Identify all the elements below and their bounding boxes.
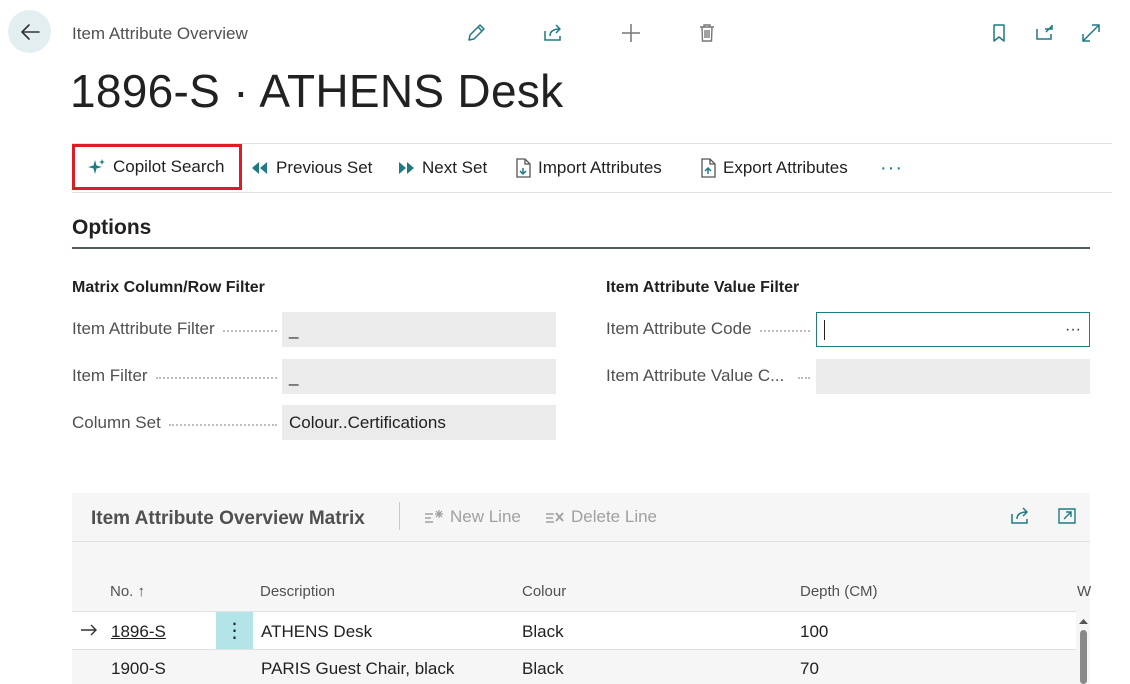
expand-button[interactable] <box>1076 18 1106 48</box>
row-actions-button[interactable]: ⋮ <box>216 612 253 649</box>
new-line-label: New Line <box>450 507 521 526</box>
row-1-description[interactable]: ATHENS Desk <box>261 622 372 642</box>
rewind-icon <box>252 162 267 174</box>
matrix-share-button[interactable] <box>1009 505 1031 532</box>
item-attribute-filter-label: Item Attribute Filter <box>72 319 277 339</box>
matrix-filter-heading: Matrix Column/Row Filter <box>72 279 265 296</box>
text-caret <box>824 319 825 340</box>
item-filter-field[interactable]: _ <box>282 359 556 394</box>
row-1-colour[interactable]: Black <box>522 622 564 642</box>
column-header-description[interactable]: Description <box>260 583 335 600</box>
item-filter-label: Item Filter <box>72 366 277 386</box>
delete-line-icon <box>546 512 564 523</box>
item-attribute-value-label: Item Attribute Value C... <box>606 366 810 386</box>
export-attributes-label: Export Attributes <box>723 158 848 177</box>
copilot-sparkle-icon <box>88 159 105 174</box>
next-set-button[interactable]: Next Set <box>396 144 487 192</box>
matrix-header-divider <box>399 502 400 530</box>
next-set-label: Next Set <box>422 158 488 177</box>
assist-edit-button[interactable]: ··· <box>1065 321 1081 339</box>
value-filter-heading: Item Attribute Value Filter <box>606 279 800 296</box>
item-attribute-filter-field[interactable]: _ <box>282 312 556 347</box>
bookmark-button[interactable] <box>984 18 1014 48</box>
item-attribute-code-label: Item Attribute Code <box>606 319 810 339</box>
column-header-no[interactable]: No. ↑ <box>110 583 145 600</box>
open-in-new-icon <box>1036 25 1053 40</box>
new-button[interactable] <box>616 18 646 48</box>
trash-icon <box>700 24 714 42</box>
matrix-part: Item Attribute Overview Matrix New Line … <box>72 493 1091 684</box>
options-heading[interactable]: Options <box>72 216 151 240</box>
breadcrumb: Item Attribute Overview <box>72 24 248 43</box>
plus-icon <box>622 24 640 42</box>
share-icon <box>544 24 561 41</box>
options-divider <box>72 247 1090 249</box>
action-bar: Copilot Search Previous Set Next Set Imp… <box>72 143 1112 193</box>
export-document-icon <box>701 158 716 178</box>
page-title: 1896-S · ATHENS Desk <box>70 65 564 117</box>
column-set-label: Column Set <box>72 413 277 433</box>
expand-box-icon <box>1058 508 1076 524</box>
import-attributes-button[interactable]: Import Attributes <box>514 144 662 192</box>
row-1-no-link[interactable]: 1896-S <box>111 622 166 642</box>
pencil-icon <box>468 24 485 41</box>
column-header-depth[interactable]: Depth (CM) <box>800 583 878 600</box>
bookmark-icon <box>993 24 1005 42</box>
delete-line-button[interactable]: Delete Line <box>545 507 657 527</box>
item-attribute-code-field[interactable]: ··· <box>816 312 1090 347</box>
row-2-no[interactable]: 1900-S <box>111 659 166 679</box>
edit-button[interactable] <box>461 18 491 48</box>
previous-set-button[interactable]: Previous Set <box>250 144 372 192</box>
item-attribute-filter-label-text: Item Attribute Filter <box>72 319 215 338</box>
previous-set-label: Previous Set <box>276 158 373 177</box>
more-actions-button[interactable]: ··· <box>880 144 903 192</box>
new-line-button[interactable]: New Line <box>424 507 521 527</box>
import-document-icon <box>516 158 531 178</box>
item-attribute-code-label-text: Item Attribute Code <box>606 319 752 338</box>
new-line-icon <box>425 510 443 523</box>
import-attributes-label: Import Attributes <box>538 158 662 177</box>
row-separator <box>72 649 1076 650</box>
arrow-left-icon <box>20 23 40 40</box>
delete-line-label: Delete Line <box>571 507 658 526</box>
row-2-colour[interactable]: Black <box>522 659 564 679</box>
column-header-colour[interactable]: Colour <box>522 583 566 600</box>
item-attribute-value-field[interactable] <box>816 359 1090 394</box>
export-attributes-button[interactable]: Export Attributes <box>699 144 848 192</box>
item-filter-label-text: Item Filter <box>72 366 148 385</box>
share-icon <box>1011 507 1029 524</box>
column-set-label-text: Column Set <box>72 413 161 432</box>
row-2-description[interactable]: PARIS Guest Chair, black <box>261 659 454 679</box>
item-attribute-value-label-text: Item Attribute Value C... <box>606 366 785 385</box>
expand-icon <box>1082 24 1100 42</box>
scroll-up-arrow-icon <box>1079 619 1088 624</box>
copilot-search-button[interactable]: Copilot Search <box>72 144 242 190</box>
back-button[interactable] <box>8 10 51 53</box>
row-2-depth[interactable]: 70 <box>800 659 819 679</box>
fast-forward-icon <box>399 162 414 174</box>
delete-button[interactable] <box>692 18 722 48</box>
open-new-window-button[interactable] <box>1030 18 1060 48</box>
copilot-search-label: Copilot Search <box>113 157 225 176</box>
scrollbar-thumb[interactable] <box>1080 630 1087 684</box>
matrix-expand-button[interactable] <box>1056 505 1078 532</box>
column-set-field[interactable]: Colour..Certifications <box>282 405 556 440</box>
row-1-depth[interactable]: 100 <box>800 622 828 642</box>
vertical-scrollbar[interactable] <box>1077 616 1090 684</box>
matrix-title[interactable]: Item Attribute Overview Matrix <box>91 508 365 530</box>
share-button[interactable] <box>538 18 568 48</box>
current-row-arrow-icon <box>80 623 98 642</box>
column-header-truncated[interactable]: W <box>1077 583 1091 600</box>
